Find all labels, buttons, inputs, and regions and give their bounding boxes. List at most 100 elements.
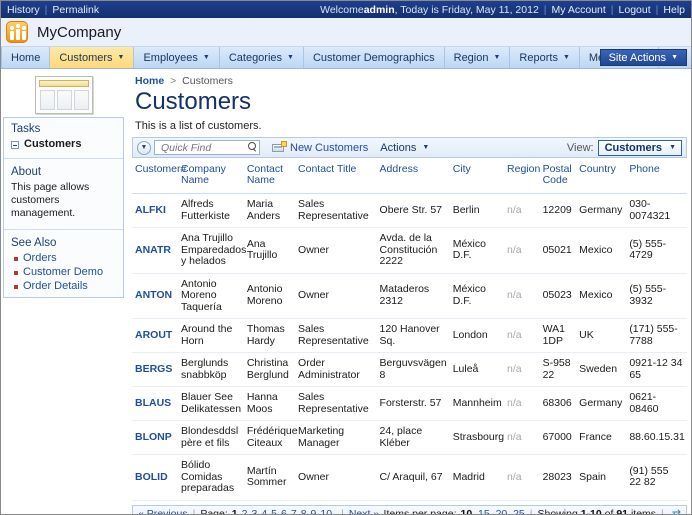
page-link-3[interactable]: 3 <box>251 508 257 515</box>
see-also-title: See Also <box>11 237 57 249</box>
main-navigation: Home Customers ▼ Employees ▼ Categories … <box>1 47 691 69</box>
cell-title: Owner <box>295 227 377 274</box>
view-select-value: Customers <box>604 141 663 154</box>
cell-customer-id[interactable]: ANTON <box>132 273 178 319</box>
cell-customer-id[interactable]: AROUT <box>132 318 178 353</box>
view-selector-group: View: Customers ▼ <box>566 139 682 156</box>
items-per-page-25[interactable]: 25 <box>513 508 525 515</box>
nav-item-home[interactable]: Home <box>1 47 51 68</box>
nav-item-region[interactable]: Region ▼ <box>445 47 511 68</box>
column-header-phone[interactable]: Phone <box>626 160 687 194</box>
site-actions-button[interactable]: Site Actions ▼ <box>599 49 687 66</box>
history-link[interactable]: History <box>7 4 40 16</box>
help-link[interactable]: Help <box>663 4 685 16</box>
page-link-9[interactable]: 9 <box>311 508 317 515</box>
permalink-link[interactable]: Permalink <box>52 4 99 16</box>
table-row[interactable]: BERGS Berglunds snabbköp Christina Bergl… <box>132 352 687 387</box>
breadcrumb: Home > Customers <box>132 74 687 88</box>
page-link-7[interactable]: 7 <box>291 508 297 515</box>
page-link-8[interactable]: 8 <box>301 508 307 515</box>
table-row[interactable]: BLAUS Blauer See Delikatessen Hanna Moos… <box>132 386 687 421</box>
search-icon[interactable] <box>247 142 257 153</box>
collapse-icon[interactable] <box>11 141 19 149</box>
page-link-4[interactable]: 4 <box>261 508 267 515</box>
brand-name: MyCompany <box>37 23 122 41</box>
cell-phone: (5) 555-3932 <box>626 273 687 319</box>
column-header-company-name[interactable]: Company Name <box>177 160 244 194</box>
page-link-10[interactable]: 10 <box>320 508 332 515</box>
cell-customer-id[interactable]: ANATR <box>132 227 178 274</box>
table-row[interactable]: ALFKI Alfreds Futterkiste Maria Anders S… <box>132 193 687 228</box>
column-header-contact-title[interactable]: Contact Title <box>295 160 377 194</box>
column-header-address[interactable]: Address <box>376 160 450 194</box>
items-per-page-10[interactable]: 10 <box>461 508 473 515</box>
nav-item-customers[interactable]: Customers ▼ <box>50 47 135 68</box>
cell-customer-id[interactable]: ALFKI <box>132 193 178 228</box>
nav-label-employees: Employees <box>143 51 198 64</box>
cell-customer-id[interactable]: BLONP <box>132 420 178 455</box>
previous-page-link[interactable]: « Previous <box>138 508 188 515</box>
items-per-page-20[interactable]: 20 <box>496 508 508 515</box>
page-link-1[interactable]: 1 <box>232 508 238 515</box>
search-input[interactable] <box>159 140 247 155</box>
items-per-page-15[interactable]: 15 <box>478 508 490 515</box>
breadcrumb-home[interactable]: Home <box>135 75 164 87</box>
column-header-contact-name[interactable]: Contact Name <box>243 160 296 194</box>
chevron-down-icon: ▼ <box>202 54 210 61</box>
cell-customer-id[interactable]: BOLID <box>132 454 178 501</box>
cell-country: Mexico <box>576 227 627 274</box>
cell-country: Germany <box>576 386 627 421</box>
cell-customer-id[interactable]: BERGS <box>132 352 178 387</box>
list-table-icon <box>34 75 93 114</box>
cell-customer-id[interactable]: BLAUS <box>132 386 178 421</box>
view-label: View: <box>566 141 594 154</box>
cell-country: Sweden <box>576 352 627 387</box>
my-account-link[interactable]: My Account <box>552 4 606 16</box>
nav-item-reports[interactable]: Reports ▼ <box>510 47 580 68</box>
column-header-postal-code[interactable]: Postal Code <box>539 160 577 194</box>
column-header-city[interactable]: City <box>449 160 505 194</box>
page-link-2[interactable]: 2 <box>242 508 248 515</box>
new-customers-button[interactable]: New Customers <box>272 141 368 154</box>
sidebar-item-orders[interactable]: Orders <box>4 251 123 265</box>
column-header-customer-id[interactable]: Customer# <box>132 160 186 194</box>
table-row[interactable]: BONAP Bon app' Laurence Lebihan Owner 12… <box>132 500 687 504</box>
about-section: About This page allows customers managem… <box>4 161 123 227</box>
column-header-country[interactable]: Country <box>576 160 627 194</box>
sidebar-item-order-details[interactable]: Order Details <box>4 279 123 293</box>
nav-label-region: Region <box>453 51 489 64</box>
logout-link[interactable]: Logout <box>619 4 651 16</box>
page-link-5[interactable]: 5 <box>271 508 277 515</box>
cell-phone: 0621-08460 <box>626 386 687 421</box>
view-select[interactable]: Customers ▼ <box>597 139 682 156</box>
actions-menu-button[interactable]: Actions ▼ <box>380 142 429 154</box>
cell-title: Marketing Manager <box>295 420 377 455</box>
refresh-icon[interactable]: ⇄ <box>672 507 681 514</box>
page-link-6[interactable]: 6 <box>281 508 287 515</box>
showing-range: 1-10 <box>580 507 602 515</box>
table-row[interactable]: ANATR Ana Trujillo Emparedados y helados… <box>132 227 687 274</box>
sidebar: Tasks Customers About This page allows c… <box>1 69 126 514</box>
sidebar-item-customers[interactable]: Customers <box>4 137 123 152</box>
topbar-separator-1: | <box>44 3 48 16</box>
nav-item-categories[interactable]: Categories ▼ <box>220 47 304 68</box>
search-input-wrapper[interactable] <box>154 140 260 155</box>
next-page-link[interactable]: Next » <box>349 508 379 515</box>
table-row[interactable]: ANTON Antonio Moreno Taquería Antonio Mo… <box>132 273 687 319</box>
table-row[interactable]: BOLID Bólido Comidas preparadas Martín S… <box>132 454 687 501</box>
cell-customer-id[interactable]: BONAP <box>132 500 178 504</box>
table-row[interactable]: BLONP Blondesddsl père et fils Frédériqu… <box>132 420 687 455</box>
table-row[interactable]: AROUT Around the Horn Thomas Hardy Sales… <box>132 318 687 353</box>
column-header-region[interactable]: Region <box>504 160 540 194</box>
sidebar-item-customer-demo[interactable]: Customer Demo <box>4 265 123 279</box>
nav-label-reports: Reports <box>519 51 558 64</box>
cell-country: UK <box>576 318 627 353</box>
actions-label: Actions <box>380 141 417 154</box>
welcome-prefix: Welcome <box>320 3 364 16</box>
cell-contact: Maria Anders <box>243 193 296 228</box>
cell-city: Strasbourg <box>449 420 504 455</box>
nav-item-customer-demographics[interactable]: Customer Demographics <box>304 47 445 68</box>
chevron-down-circle-icon[interactable]: ▼ <box>137 140 151 155</box>
nav-item-employees[interactable]: Employees ▼ <box>134 47 220 68</box>
cell-company: Blondesddsl père et fils <box>177 420 244 455</box>
